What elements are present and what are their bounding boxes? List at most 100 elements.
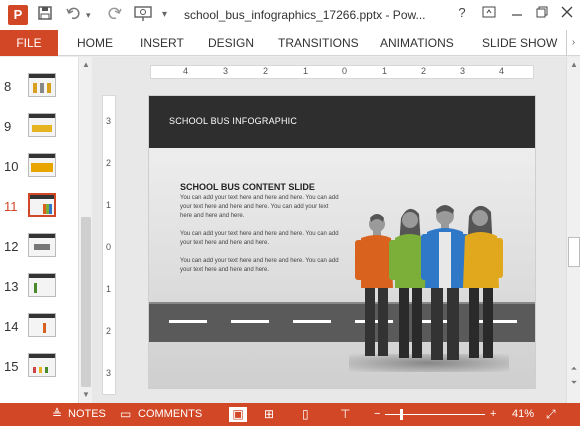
ruler-tick: 4	[499, 66, 505, 76]
ribbon-display-options-icon[interactable]	[480, 5, 498, 21]
thumbnail-slide-14[interactable]: 14	[0, 311, 78, 345]
powerpoint-window: P ▾ ▾ school_bus_infographics_17266.pptx…	[0, 0, 580, 426]
zoom-out-button[interactable]: −	[374, 403, 380, 426]
slide-content-title[interactable]: SCHOOL BUS CONTENT SLIDE	[180, 182, 315, 192]
restore-icon[interactable]	[533, 5, 551, 21]
comments-button[interactable]: COMMENTS	[138, 403, 202, 426]
slide-editing-area: 4 3 2 1 0 1 2 3 4 3 2 1 0 1 2 3 SCHOOL B…	[92, 57, 580, 403]
thumbnail-slide-15[interactable]: 15	[0, 351, 78, 385]
notes-icon[interactable]: ≜	[52, 407, 62, 422]
thumbnail-image[interactable]	[28, 193, 56, 217]
tab-animations[interactable]: ANIMATIONS	[380, 30, 454, 56]
ruler-tick: 3	[106, 368, 112, 378]
ruler-tick: 4	[183, 66, 189, 76]
ribbon-scroll-right-icon[interactable]: ›	[566, 30, 580, 56]
ruler-tick: 1	[106, 284, 112, 294]
road-dash	[169, 320, 207, 323]
students-illustration[interactable]	[349, 196, 509, 376]
scroll-up-icon[interactable]: ▲	[79, 59, 93, 71]
zoom-level[interactable]: 41%	[512, 403, 534, 426]
comments-icon[interactable]: ▭	[120, 407, 131, 422]
thumbnail-image[interactable]	[28, 313, 56, 337]
normal-view-icon[interactable]: ▣	[229, 407, 247, 422]
thumbnail-image[interactable]	[28, 153, 56, 177]
ruler-tick: 1	[382, 66, 388, 76]
body-paragraph[interactable]: You can add your text here and here and …	[180, 194, 340, 221]
customize-qat-icon[interactable]: ▾	[162, 9, 167, 20]
vertical-ruler: 3 2 1 0 1 2 3	[102, 95, 116, 395]
next-slide-icon[interactable]: ⏷	[567, 377, 580, 389]
road-dash	[293, 320, 331, 323]
thumbnail-number: 11	[4, 199, 18, 214]
slide-show-icon[interactable]: ⊤	[340, 407, 350, 422]
thumbnail-number: 14	[4, 319, 19, 334]
ruler-tick: 0	[106, 242, 112, 252]
body-paragraph[interactable]: You can add your text here and here and …	[180, 257, 340, 275]
zoom-slider-knob[interactable]	[400, 409, 403, 420]
slide-sorter-icon[interactable]: ⊞	[264, 407, 274, 422]
reading-view-icon[interactable]: ▯	[302, 407, 309, 422]
tab-insert[interactable]: INSERT	[140, 30, 184, 56]
thumbnail-image[interactable]	[28, 273, 56, 297]
ruler-tick: 3	[460, 66, 466, 76]
thumbnail-slide-10[interactable]: 10	[0, 151, 78, 185]
ruler-tick: 1	[303, 66, 309, 76]
slide-header-title[interactable]: SCHOOL BUS INFOGRAPHIC	[169, 116, 297, 126]
thumbnail-slide-12[interactable]: 12	[0, 231, 78, 265]
title-bar: P ▾ ▾ school_bus_infographics_17266.pptx…	[0, 0, 580, 30]
slide-canvas[interactable]: SCHOOL BUS INFOGRAPHIC SCHOOL BUS CONTEN…	[148, 95, 536, 389]
zoom-in-button[interactable]: +	[490, 403, 496, 426]
scrollbar-thumb[interactable]	[568, 237, 580, 267]
thumbnail-image[interactable]	[28, 113, 56, 137]
present-from-start-icon[interactable]	[134, 6, 152, 25]
thumbnail-slide-8[interactable]: 8	[0, 71, 78, 105]
undo-dropdown-icon[interactable]: ▾	[86, 10, 91, 21]
thumbnail-image[interactable]	[28, 353, 56, 377]
thumbnails-scrollbar[interactable]: ▲ ▼	[78, 57, 92, 403]
ruler-tick: 0	[342, 66, 348, 76]
student-blue-figure	[421, 205, 469, 360]
tab-file[interactable]: FILE	[0, 30, 58, 56]
ruler-tick: 1	[106, 200, 112, 210]
status-bar: ≜ NOTES ▭ COMMENTS ▣ ⊞ ▯ ⊤ − + 41% ⤢	[0, 403, 580, 426]
scroll-up-icon[interactable]: ▲	[567, 59, 580, 71]
help-icon[interactable]: ?	[453, 5, 471, 20]
minimize-icon[interactable]	[508, 5, 526, 21]
close-icon[interactable]	[558, 5, 576, 21]
thumbnail-number: 13	[4, 279, 19, 294]
thumbnail-slide-13[interactable]: 13	[0, 271, 78, 305]
editor-vertical-scrollbar[interactable]: ▲ ⏶ ⏷	[566, 57, 580, 403]
thumbnail-number: 10	[4, 159, 19, 174]
road-dash	[231, 320, 269, 323]
ruler-tick: 2	[106, 158, 112, 168]
undo-icon[interactable]	[66, 6, 82, 23]
fit-slide-to-window-icon[interactable]: ⤢	[546, 407, 556, 422]
thumbnail-slide-9[interactable]: 9	[0, 111, 78, 145]
save-icon[interactable]	[38, 6, 52, 23]
tab-home[interactable]: HOME	[77, 30, 113, 56]
notes-button[interactable]: NOTES	[68, 403, 106, 426]
horizontal-ruler: 4 3 2 1 0 1 2 3 4	[150, 65, 534, 79]
thumbnail-image[interactable]	[28, 73, 56, 97]
previous-slide-icon[interactable]: ⏶	[567, 363, 580, 375]
scrollbar-thumb[interactable]	[81, 217, 91, 387]
window-title: school_bus_infographics_17266.pptx - Pow…	[184, 8, 426, 22]
scroll-down-icon[interactable]: ▼	[79, 389, 93, 401]
ruler-tick: 2	[263, 66, 269, 76]
student-green-figure	[389, 208, 431, 358]
tab-slide-show[interactable]: SLIDE SHOW	[482, 30, 557, 56]
redo-icon[interactable]	[106, 6, 122, 23]
ruler-tick: 2	[421, 66, 427, 76]
student-yellow-figure	[463, 205, 503, 358]
ruler-tick: 2	[106, 326, 112, 336]
ruler-tick: 3	[106, 116, 112, 126]
tab-transitions[interactable]: TRANSITIONS	[278, 30, 359, 56]
body-paragraph[interactable]: You can add your text here and here and …	[180, 230, 340, 248]
slide-header-band: SCHOOL BUS INFOGRAPHIC	[149, 96, 535, 148]
powerpoint-logo-icon: P	[8, 5, 28, 25]
slide-thumbnails-panel: 8 9 10 11 12 13 14 15 ▲ ▼	[0, 57, 92, 403]
thumbnail-image[interactable]	[28, 233, 56, 257]
tab-design[interactable]: DESIGN	[208, 30, 254, 56]
thumbnail-number: 8	[4, 79, 12, 94]
thumbnail-slide-11[interactable]: 11	[0, 191, 78, 225]
